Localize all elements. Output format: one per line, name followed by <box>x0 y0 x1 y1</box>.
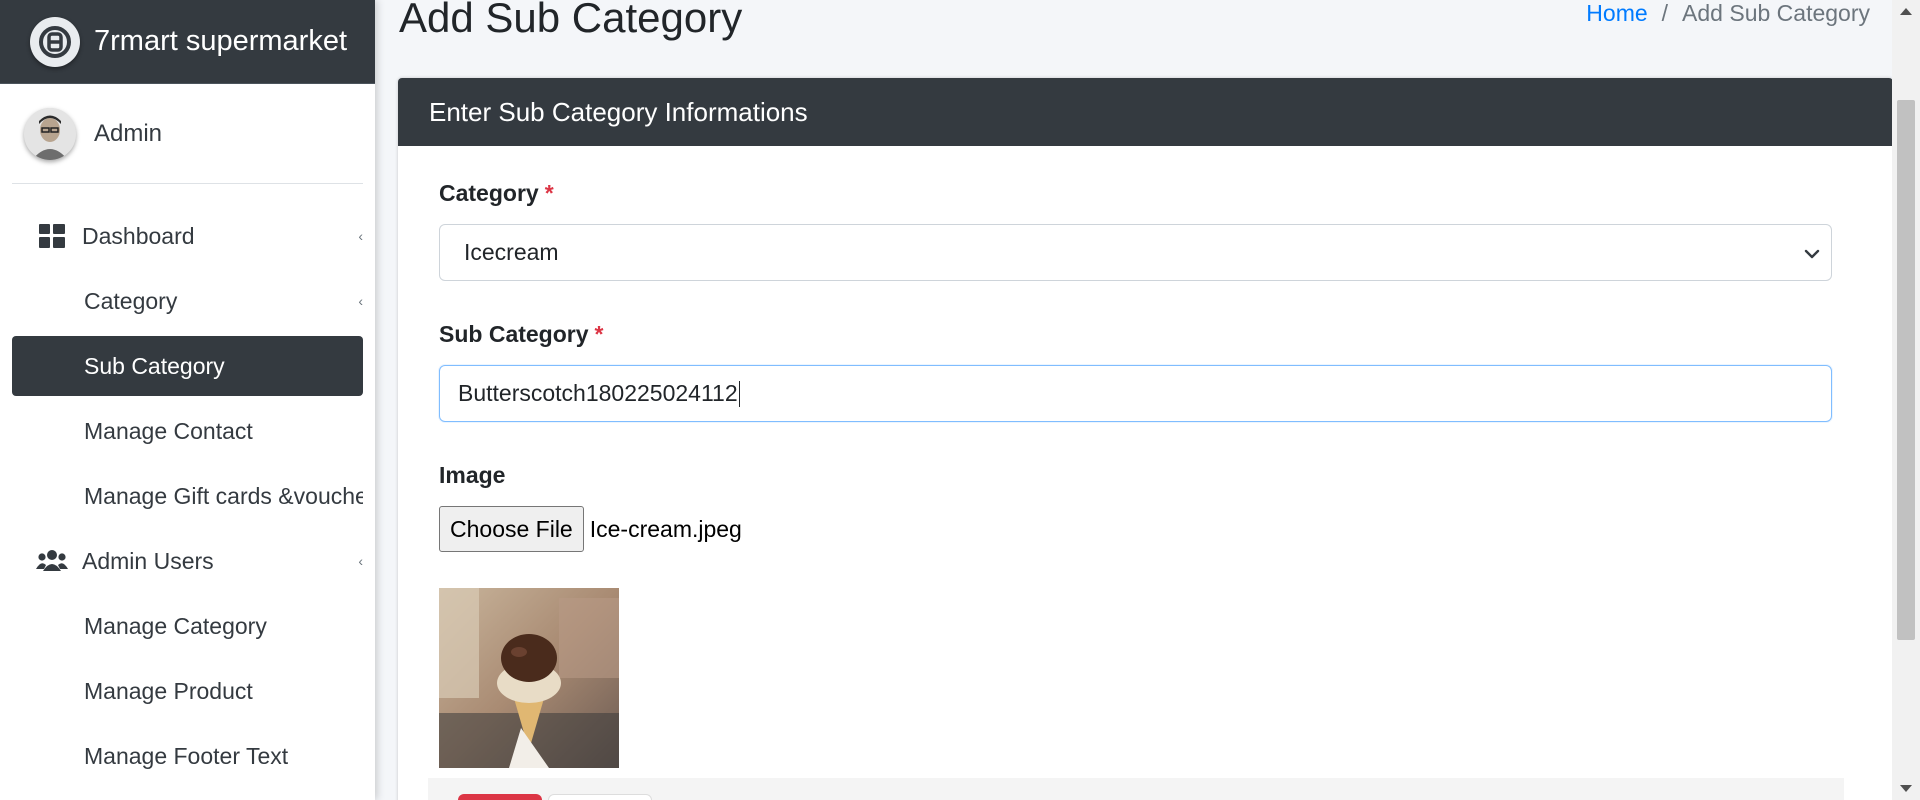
category-label-text: Category <box>439 180 539 206</box>
scrollbar-thumb[interactable] <box>1897 100 1915 640</box>
category-select[interactable]: Icecream <box>439 224 1832 281</box>
choose-file-button[interactable]: Choose File <box>439 506 584 552</box>
reset-button[interactable] <box>548 794 652 800</box>
page-title: Add Sub Category <box>399 0 743 41</box>
chevron-down-icon <box>1803 242 1821 269</box>
scroll-down-icon[interactable] <box>1900 785 1912 792</box>
breadcrumb: Home / Add Sub Category <box>1586 0 1870 27</box>
sidebar-item-label: Dashboard <box>82 222 195 249</box>
user-name[interactable]: Admin <box>94 120 162 148</box>
sidebar-item-manage-category[interactable]: Manage Category <box>12 596 363 656</box>
selected-file-name: Ice-cream.jpeg <box>589 515 742 542</box>
sidebar-nav: Dashboard ‹ Category ‹ Sub Category Mana… <box>0 184 375 786</box>
category-selected-value: Icecream <box>464 239 559 265</box>
card-header: Enter Sub Category Informations <box>398 78 1893 146</box>
sidebar-item-label: Category <box>84 287 178 314</box>
sidebar-item-manage-product[interactable]: Manage Product <box>12 661 363 721</box>
category-label: Category * <box>439 180 1852 210</box>
sidebar-item-label: Manage Category <box>84 612 267 639</box>
brand-logo-icon <box>30 16 80 67</box>
save-button[interactable] <box>458 794 542 800</box>
breadcrumb-home-link[interactable]: Home <box>1586 0 1647 27</box>
main-content: Add Sub Category Home / Add Sub Category… <box>375 0 1893 800</box>
sidebar-item-dashboard[interactable]: Dashboard ‹ <box>12 206 363 266</box>
sidebar-item-label: Admin Users <box>82 547 214 574</box>
breadcrumb-separator: / <box>1661 0 1669 26</box>
sidebar-item-gift-cards[interactable]: Manage Gift cards &voucher <box>12 466 363 526</box>
sub-category-input[interactable]: Butterscotch180225024112 <box>439 365 1832 422</box>
card-footer <box>428 778 1844 800</box>
sidebar-item-label: Sub Category <box>84 352 225 379</box>
brand-name: 7rmart supermarket <box>94 25 348 57</box>
required-mark: * <box>544 180 554 206</box>
sidebar-item-sub-category[interactable]: Sub Category <box>12 336 363 396</box>
breadcrumb-current: Add Sub Category <box>1682 0 1870 26</box>
caret-icon: ‹ <box>358 228 363 244</box>
scroll-up-icon[interactable] <box>1900 8 1912 15</box>
caret-icon: ‹ <box>358 293 363 309</box>
user-panel: Admin <box>12 84 363 184</box>
sidebar-item-label: Manage Contact <box>84 417 253 444</box>
sidebar: 7rmart supermarket Admin Dashboard ‹ Cat… <box>0 0 375 800</box>
text-cursor <box>738 380 740 407</box>
page-scrollbar[interactable] <box>1892 0 1920 800</box>
sidebar-item-manage-footer-text[interactable]: Manage Footer Text <box>12 726 363 786</box>
sidebar-item-label: Manage Product <box>84 677 253 704</box>
sub-category-label-text: Sub Category <box>439 321 589 347</box>
users-icon <box>30 549 74 573</box>
card-body: Category * Icecream Sub Category * Butters… <box>398 146 1893 768</box>
sidebar-item-manage-contact[interactable]: Manage Contact <box>12 401 363 461</box>
brand-link[interactable]: 7rmart supermarket <box>0 0 375 84</box>
caret-icon: ‹ <box>358 553 363 569</box>
image-label: Image <box>439 462 506 488</box>
image-preview <box>439 588 619 768</box>
sub-category-input-value: Butterscotch180225024112 <box>458 380 738 406</box>
sidebar-item-label: Manage Gift cards &voucher <box>84 482 363 509</box>
image-file-input: Choose File Ice-cream.jpeg <box>439 506 1852 552</box>
sub-category-form-card: Enter Sub Category Informations Category… <box>398 78 1893 800</box>
sidebar-item-admin-users[interactable]: Admin Users ‹ <box>12 531 363 591</box>
avatar[interactable] <box>24 107 76 160</box>
sidebar-item-label: Manage Footer Text <box>84 742 289 769</box>
sub-category-label: Sub Category * <box>439 321 1852 351</box>
dashboard-icon <box>30 224 74 248</box>
required-mark: * <box>594 321 604 347</box>
sidebar-item-category[interactable]: Category ‹ <box>12 271 363 331</box>
